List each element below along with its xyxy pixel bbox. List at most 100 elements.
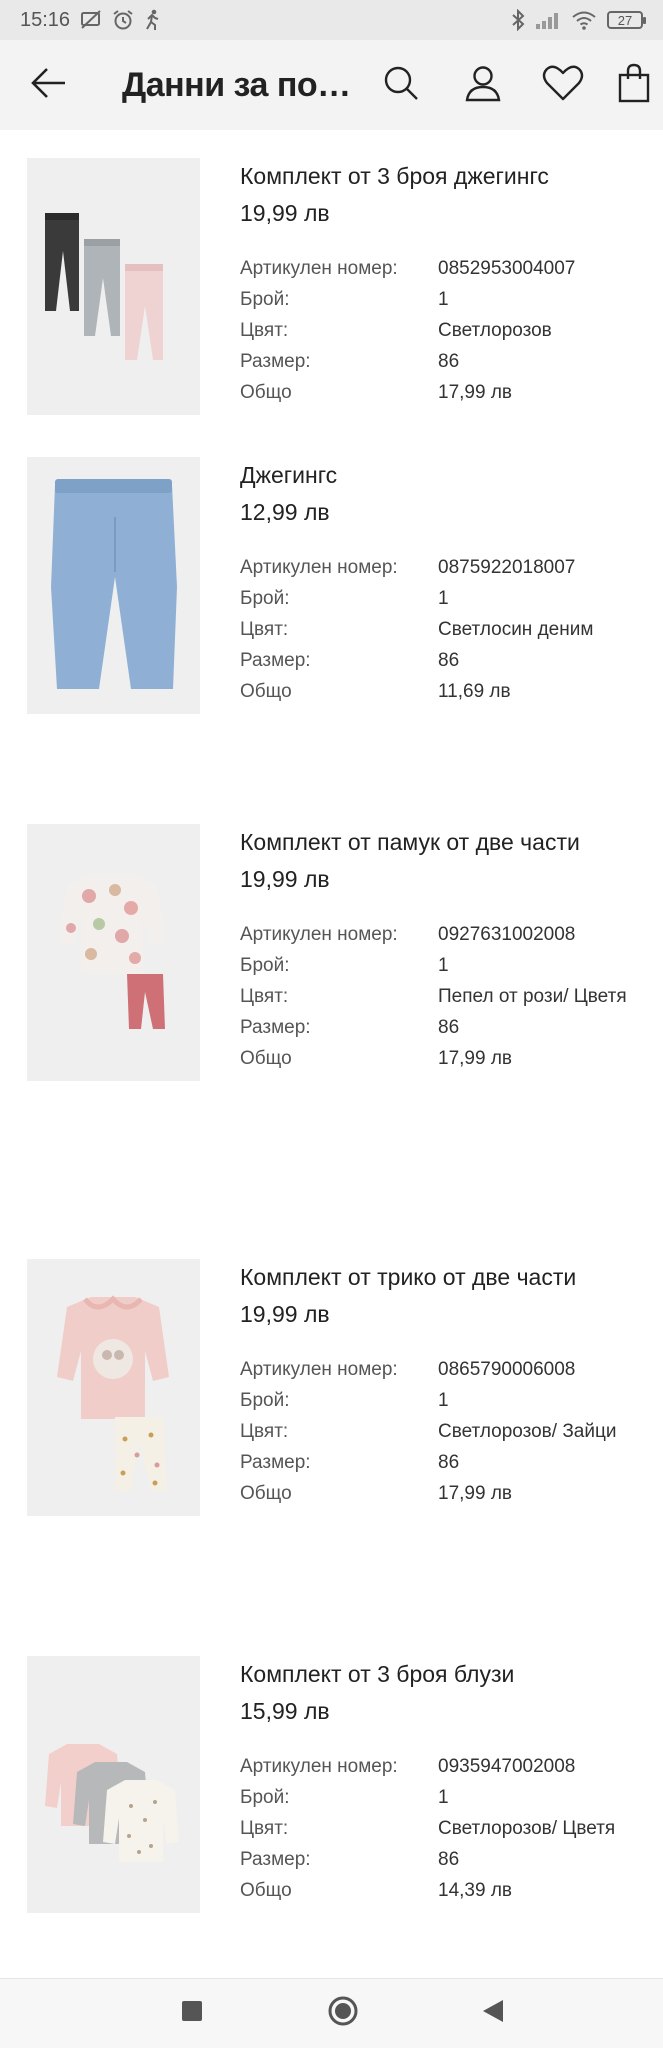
size-row: Размер: 86: [240, 1012, 650, 1043]
product-name[interactable]: Комплект от трико от две части: [240, 1259, 650, 1296]
size-row: Размер: 86: [240, 346, 650, 377]
qty-row: Брой: 1: [240, 950, 650, 981]
total-row: Общо 17,99 лв: [240, 1043, 650, 1074]
bluetooth-icon: [511, 9, 525, 31]
walking-icon: [144, 9, 162, 31]
total-row: Общо 17,99 лв: [240, 377, 650, 408]
system-back-button[interactable]: [473, 1994, 513, 2034]
page-title: Данни за по…: [122, 66, 351, 104]
item-details: Комплект от памук от две части 19,99 лв …: [240, 824, 650, 1074]
product-price: 19,99 лв: [240, 866, 330, 892]
qty-row: Брой: 1: [240, 1782, 650, 1813]
product-image[interactable]: [27, 158, 200, 415]
product-name[interactable]: Джегингс: [240, 457, 650, 494]
article-row: Артикулен номер: 0875922018007: [240, 552, 650, 583]
account-icon: [463, 63, 503, 108]
account-button[interactable]: [460, 62, 506, 108]
bag-button[interactable]: [611, 62, 657, 108]
qty-label: Брой:: [240, 289, 290, 310]
qty-label: Брой:: [240, 588, 290, 609]
total-label: Общо: [240, 1880, 292, 1901]
product-price: 19,99 лв: [240, 200, 330, 226]
color-value: Светлосин деним: [438, 619, 594, 640]
article-row: Артикулен номер: 0852953004007: [240, 253, 650, 284]
qty-row: Брой: 1: [240, 583, 650, 614]
size-value: 86: [438, 650, 460, 671]
back-button[interactable]: [26, 62, 72, 108]
qty-value: 1: [438, 588, 449, 609]
qty-label: Брой:: [240, 1390, 290, 1411]
total-label: Общо: [240, 1483, 292, 1504]
status-bar-right: 27: [511, 9, 646, 31]
status-bar-left: 15:16: [20, 9, 162, 32]
size-value: 86: [438, 351, 460, 372]
favorites-button[interactable]: [540, 62, 586, 108]
app-header: Данни за по…: [0, 40, 663, 130]
home-button[interactable]: [323, 1994, 363, 2034]
color-row: Цвят: Светлорозов: [240, 315, 650, 346]
qty-value: 1: [438, 1787, 449, 1808]
qty-row: Брой: 1: [240, 284, 650, 315]
bag-icon: [617, 63, 651, 108]
product-image[interactable]: [27, 457, 200, 714]
total-label: Общо: [240, 1048, 292, 1069]
size-label: Размер:: [240, 1452, 311, 1473]
size-label: Размер:: [240, 351, 311, 372]
article-value: 0935947002008: [438, 1756, 576, 1777]
back-arrow-icon: [29, 66, 69, 105]
status-bar: 15:16 27: [0, 0, 663, 40]
article-value: 0852953004007: [438, 258, 576, 279]
color-label: Цвят:: [240, 986, 289, 1007]
size-row: Размер: 86: [240, 645, 650, 676]
size-label: Размер:: [240, 1849, 311, 1870]
item-details: Комплект от 3 броя джегингс 19,99 лв Арт…: [240, 158, 650, 408]
total-value: 14,39 лв: [438, 1880, 513, 1901]
color-value: Светлорозов/ Зайци: [438, 1421, 617, 1442]
alarm-icon: [112, 9, 134, 31]
product-name[interactable]: Комплект от 3 броя блузи: [240, 1656, 650, 1693]
product-price: 12,99 лв: [240, 499, 330, 525]
qty-value: 1: [438, 289, 449, 310]
recents-square-icon: [181, 2000, 203, 2027]
article-value: 0875922018007: [438, 557, 576, 578]
qty-label: Брой:: [240, 1787, 290, 1808]
article-label: Артикулен номер:: [240, 924, 398, 945]
qty-label: Брой:: [240, 955, 290, 976]
color-row: Цвят: Пепел от рози/ Цветя: [240, 981, 650, 1012]
recents-button[interactable]: [172, 1994, 212, 2034]
size-value: 86: [438, 1017, 460, 1038]
battery-icon: 27: [607, 11, 646, 29]
article-row: Артикулен номер: 0865790006008: [240, 1354, 650, 1385]
product-image[interactable]: [27, 1259, 200, 1516]
article-label: Артикулен номер:: [240, 258, 398, 279]
product-image[interactable]: [27, 824, 200, 1081]
wifi-icon: [571, 10, 597, 30]
status-time: 15:16: [20, 8, 71, 31]
article-label: Артикулен номер:: [240, 557, 398, 578]
product-name[interactable]: Комплект от 3 броя джегингс: [240, 158, 650, 195]
color-row: Цвят: Светлорозов/ Цветя: [240, 1813, 650, 1844]
total-row: Общо 14,39 лв: [240, 1875, 650, 1906]
product-image[interactable]: [27, 1656, 200, 1913]
total-value: 17,99 лв: [438, 1048, 513, 1069]
total-row: Общо 17,99 лв: [240, 1478, 650, 1509]
total-row: Общо 11,69 лв: [240, 676, 650, 707]
system-nav-bar: [0, 1978, 663, 2048]
color-label: Цвят:: [240, 1421, 289, 1442]
total-label: Общо: [240, 681, 292, 702]
search-icon: [382, 64, 420, 107]
qty-row: Брой: 1: [240, 1385, 650, 1416]
back-triangle-icon: [481, 1998, 505, 2029]
total-value: 17,99 лв: [438, 1483, 513, 1504]
product-name[interactable]: Комплект от памук от две части: [240, 824, 650, 861]
article-value: 0927631002008: [438, 924, 576, 945]
search-button[interactable]: [378, 62, 424, 108]
article-label: Артикулен номер:: [240, 1756, 398, 1777]
article-value: 0865790006008: [438, 1359, 576, 1380]
article-row: Артикулен номер: 0935947002008: [240, 1751, 650, 1782]
item-details: Комплект от 3 броя блузи 15,99 лв Артику…: [240, 1656, 650, 1906]
total-label: Общо: [240, 382, 292, 403]
heart-icon: [542, 64, 584, 107]
total-value: 11,69 лв: [438, 681, 511, 702]
size-row: Размер: 86: [240, 1844, 650, 1875]
